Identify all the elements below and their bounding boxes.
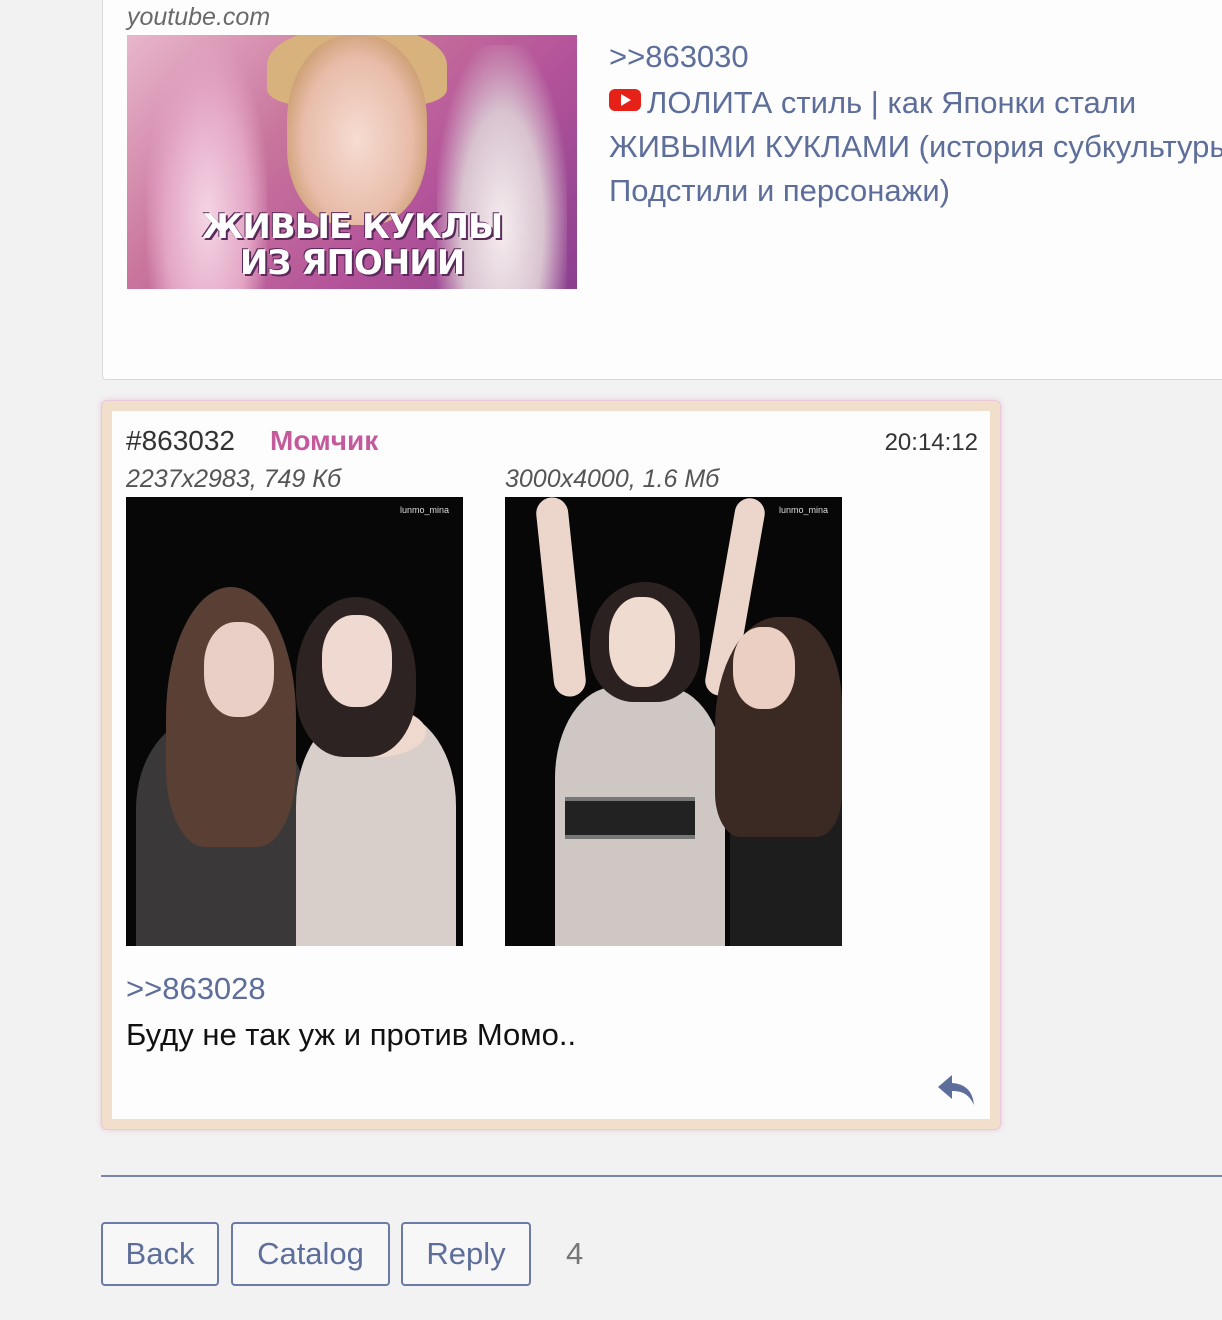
thumbnail-title-line1: ЖИВЫЕ КУКЛЫ: [201, 207, 504, 247]
post-863032: #863032 Момчик 20:14:12 2237x2983, 749 К…: [101, 400, 1001, 1130]
reply-arrow-icon[interactable]: [936, 1073, 978, 1109]
reply-button[interactable]: Reply: [401, 1222, 531, 1286]
photo2-center-figure-belt: [565, 797, 695, 839]
file-meta-1[interactable]: 2237x2983, 749 Кб: [126, 465, 341, 494]
embed-source-label: youtube.com: [127, 3, 271, 31]
photo1-figure-right-face: [322, 615, 392, 707]
post-body: #863032 Момчик 20:14:12 2237x2983, 749 К…: [112, 411, 990, 1119]
post-number[interactable]: #863032: [126, 425, 235, 457]
thumbnail-face: [287, 35, 427, 225]
footer-divider: [101, 1175, 1222, 1177]
post-reply-link[interactable]: >>863028: [126, 971, 266, 1007]
image-watermark-1: lunmo_mina: [399, 505, 449, 515]
youtube-icon: [609, 89, 641, 111]
photo2-right-figure-face: [733, 627, 795, 709]
catalog-button[interactable]: Catalog: [231, 1222, 390, 1286]
back-button[interactable]: Back: [101, 1222, 219, 1286]
video-title-link[interactable]: ЛОЛИТА стиль | как Японки стали ЖИВЫМИ К…: [609, 81, 1222, 213]
post-author: Момчик: [270, 425, 379, 456]
image-watermark-2: lunmo_mina: [778, 505, 828, 515]
photo2-raised-arm-left: [534, 497, 588, 699]
thread-count: 4: [566, 1236, 584, 1271]
post-message: Буду не так уж и против Момо..: [126, 1017, 577, 1052]
video-title-text[interactable]: ЛОЛИТА стиль | как Японки стали ЖИВЫМИ К…: [609, 85, 1222, 208]
attached-image-2[interactable]: lunmo_mina: [505, 497, 842, 946]
thumbnail-title-line2: ИЗ ЯПОНИИ: [239, 243, 465, 283]
attached-image-1[interactable]: lunmo_mina: [126, 497, 463, 946]
photo1-figure-left-face: [204, 622, 274, 717]
file-meta-2[interactable]: 3000x4000, 1.6 Мб: [505, 465, 719, 494]
photo2-center-figure-face: [609, 597, 675, 687]
previous-post-reply-link[interactable]: >>863030: [609, 39, 749, 75]
post-time: 20:14:12: [884, 429, 978, 456]
video-thumbnail[interactable]: ЖИВЫЕ КУКЛЫ ИЗ ЯПОНИИ: [127, 35, 577, 289]
previous-post: youtube.com ЖИВЫЕ КУКЛЫ ИЗ ЯПОНИИ >>8630…: [102, 0, 1222, 380]
